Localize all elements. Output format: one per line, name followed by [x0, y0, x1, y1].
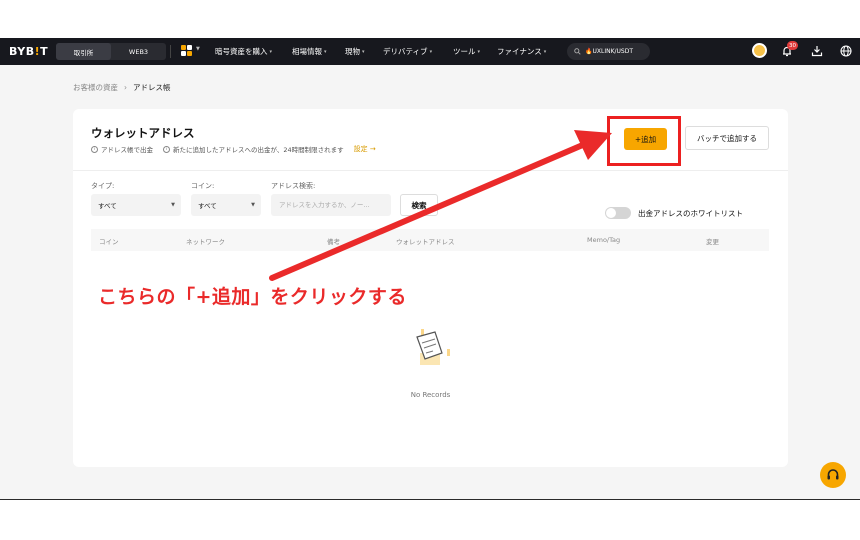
- search-label: アドレス検索:: [271, 182, 316, 190]
- select-value: すべて: [198, 202, 217, 210]
- nav-search[interactable]: 🔥UXLINK/USDT: [567, 43, 650, 60]
- search-button[interactable]: 検索: [400, 194, 438, 216]
- menu-tools[interactable]: ツール ▾: [453, 46, 480, 57]
- menu-finance[interactable]: ファイナンス ▾: [497, 46, 546, 57]
- coin-select[interactable]: すべて ▼: [191, 194, 261, 216]
- menu-label: 相場情報: [292, 47, 322, 56]
- whitelist-toggle[interactable]: [605, 207, 631, 219]
- type-label: タイプ:: [91, 182, 115, 190]
- headset-icon: [827, 469, 839, 480]
- chevron-down-icon: ▼: [251, 202, 255, 208]
- coin-label: コイン:: [191, 182, 215, 190]
- search-hint: 🔥UXLINK/USDT: [585, 48, 634, 55]
- empty-records-icon: [416, 329, 450, 365]
- highlight-box: [607, 116, 681, 166]
- col-wallet-address: ウォレットアドレス: [396, 238, 455, 246]
- menu-label: 現物: [345, 47, 360, 56]
- menu-spot[interactable]: 現物 ▾: [345, 46, 365, 57]
- toggle-knob: [606, 208, 616, 218]
- download-icon[interactable]: [810, 44, 824, 58]
- breadcrumb-assets[interactable]: お客様の資産: [73, 82, 118, 93]
- menu-derivatives[interactable]: デリバティブ ▾: [383, 46, 432, 57]
- settings-link[interactable]: 設定 →: [354, 144, 376, 154]
- breadcrumb-current: アドレス帳: [133, 83, 171, 92]
- info-icon: i: [91, 145, 98, 153]
- note-text: アドレス帳で出金: [101, 146, 153, 154]
- note-item: i 新たに追加したアドレスへの出金が、24時間制限されます: [163, 144, 344, 154]
- whitelist-label: 出金アドレスのホワイトリスト: [638, 209, 743, 218]
- tab-web3[interactable]: WEB3: [111, 43, 166, 60]
- stage: BYB!T 取引所 WEB3 ▼ 暗号資産を購入 ▾ 相場情報 ▾ 現物 ▾ デリバテ…: [0, 0, 860, 540]
- search-icon: [574, 48, 581, 55]
- col-memo-tag: Memo/Tag: [587, 236, 621, 244]
- annotation-text: こちらの「+追加」をクリックする: [98, 286, 407, 308]
- chevron-right-icon: ›: [124, 83, 127, 92]
- apps-grid-icon[interactable]: [181, 45, 193, 57]
- note-text: 新たに追加したアドレスへの出金が、24時間制限されます: [173, 146, 344, 154]
- breadcrumb: お客様の資産 › アドレス帳: [73, 82, 171, 93]
- logo-text-end: T: [40, 45, 49, 58]
- col-network: ネットワーク: [186, 238, 225, 246]
- info-icon: i: [163, 145, 170, 153]
- select-value: すべて: [98, 202, 117, 210]
- col-coin: コイン: [99, 238, 119, 246]
- col-edit: 変更: [706, 238, 719, 246]
- notification-badge: 30: [787, 41, 798, 50]
- batch-add-button[interactable]: バッチで追加する: [685, 126, 769, 150]
- bybit-logo[interactable]: BYB!T: [9, 45, 48, 58]
- page-title: ウォレットアドレス: [91, 126, 195, 140]
- chevron-down-icon: ▼: [171, 202, 175, 208]
- menu-label: デリバティブ: [383, 47, 428, 56]
- screenshot-frame: BYB!T 取引所 WEB3 ▼ 暗号資産を購入 ▾ 相場情報 ▾ 現物 ▾ デリバテ…: [0, 38, 860, 500]
- address-search-input[interactable]: [271, 194, 391, 216]
- globe-icon[interactable]: [839, 44, 853, 58]
- menu-markets[interactable]: 相場情報 ▾: [292, 46, 327, 57]
- chevron-down-icon: ▼: [196, 46, 200, 52]
- type-select[interactable]: すべて ▼: [91, 194, 181, 216]
- info-notes: i アドレス帳で出金 i 新たに追加したアドレスへの出金が、24時間制限されます 設…: [91, 144, 376, 154]
- empty-state-text: No Records: [410, 391, 451, 399]
- divider: [73, 170, 788, 171]
- menu-label: ツール: [453, 47, 476, 56]
- logo-text: BYB: [9, 45, 35, 58]
- tab-exchange[interactable]: 取引所: [56, 43, 111, 60]
- avatar[interactable]: [752, 43, 767, 58]
- mode-switch: 取引所 WEB3: [56, 43, 166, 60]
- nav-divider: [170, 45, 171, 58]
- table-header: コイン ネットワーク 備考 ウォレットアドレス Memo/Tag 変更: [91, 229, 769, 251]
- menu-buy-crypto[interactable]: 暗号資産を購入 ▾: [215, 46, 272, 57]
- note-item: i アドレス帳で出金: [91, 144, 153, 154]
- col-memo-note: 備考: [327, 238, 340, 246]
- top-nav: BYB!T 取引所 WEB3 ▼ 暗号資産を購入 ▾ 相場情報 ▾ 現物 ▾ デリバテ…: [0, 38, 860, 65]
- menu-label: ファイナンス: [497, 47, 542, 56]
- menu-label: 暗号資産を購入: [215, 47, 268, 56]
- support-chat-button[interactable]: [820, 462, 846, 488]
